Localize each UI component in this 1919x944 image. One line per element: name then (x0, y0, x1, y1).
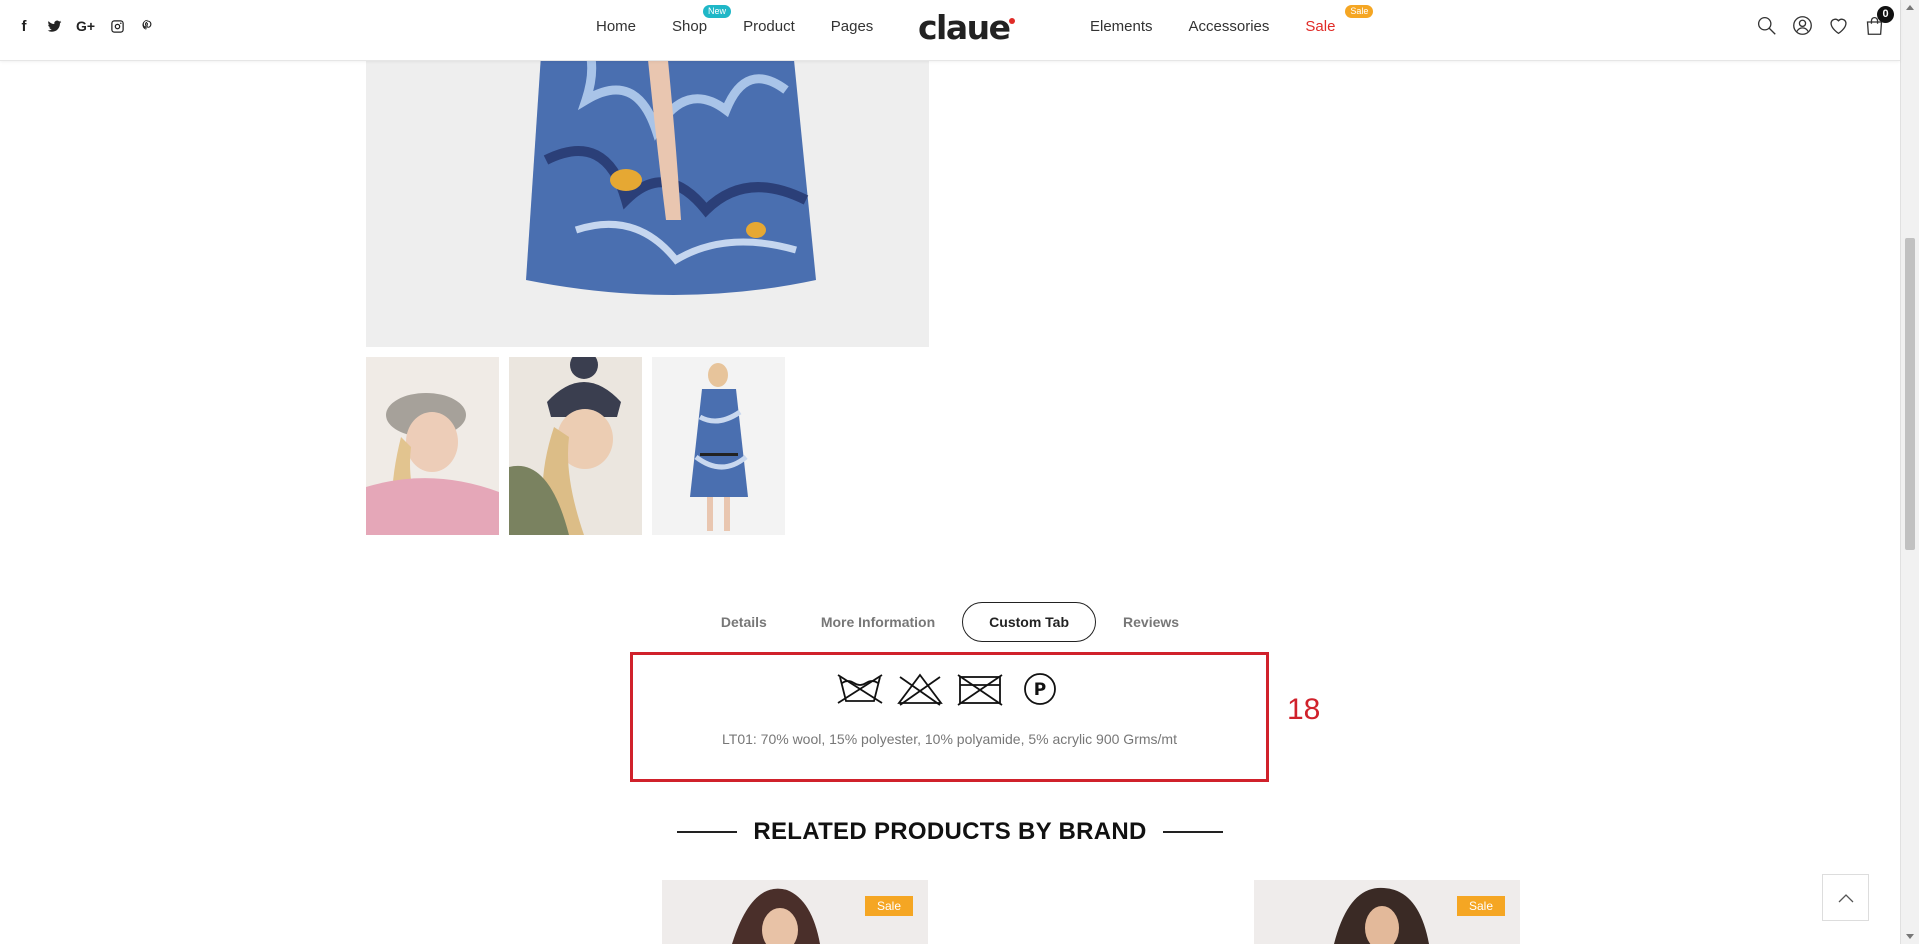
custom-tab-panel: P LT01: 70% wool, 15% polyester, 10% pol… (630, 652, 1269, 782)
pinterest-icon[interactable] (139, 16, 155, 36)
nav-sale[interactable]: Sale Sale (1287, 5, 1374, 37)
chevron-up-icon (1838, 893, 1853, 902)
scrollbar-thumb[interactable] (1905, 238, 1915, 550)
hand-wash-icon (837, 674, 882, 704)
page-scrollbar[interactable] (1900, 0, 1919, 944)
thumbnail-3[interactable] (652, 357, 785, 535)
main-nav-right: Elements Accessories Sale Sale (1072, 5, 1374, 37)
nav-shop[interactable]: Shop New (654, 5, 732, 37)
sale-badge: Sale (1345, 5, 1374, 18)
related-product-card-1[interactable]: Sale (662, 880, 928, 944)
google-plus-icon[interactable]: G+ (76, 16, 95, 36)
thumbnail-1[interactable] (366, 357, 499, 535)
tab-reviews[interactable]: Reviews (1096, 602, 1206, 642)
heading-divider-left (677, 831, 738, 833)
nav-home[interactable]: Home (578, 17, 654, 37)
scroll-down-arrow-icon[interactable] (1906, 934, 1914, 939)
search-icon[interactable] (1755, 14, 1777, 36)
annotation-number: 18 (1287, 693, 1321, 726)
thumbnail-2[interactable] (509, 357, 642, 535)
product-tabs: Details More Information Custom Tab Revi… (0, 602, 1900, 642)
cart-count-badge: 0 (1877, 6, 1894, 23)
nav-accessories[interactable]: Accessories (1171, 17, 1288, 37)
tab-custom-tab[interactable]: Custom Tab (962, 602, 1097, 642)
header-tools: 0 (1755, 6, 1894, 36)
svg-text:P: P (1033, 680, 1045, 700)
heading-divider-right (1162, 831, 1223, 833)
related-product-card-2[interactable]: Sale (1254, 880, 1520, 944)
back-to-top-button[interactable] (1822, 874, 1869, 921)
do-not-tumble-dry-icon (956, 674, 1003, 706)
instagram-icon[interactable] (109, 16, 125, 36)
cart-bag-icon[interactable]: 0 (1863, 6, 1894, 36)
section-title: RELATED PRODUCTS BY BRAND (753, 818, 1147, 845)
fabric-composition-text: LT01: 70% wool, 15% polyester, 10% polya… (722, 731, 1177, 747)
logo-dot (1008, 18, 1015, 24)
account-icon[interactable] (1791, 14, 1813, 36)
tab-more-information[interactable]: More Information (794, 602, 962, 642)
scroll-up-arrow-icon[interactable] (1906, 5, 1914, 10)
main-nav-left: Home Shop New Product Pages (578, 5, 892, 37)
facebook-icon[interactable]: f (16, 16, 32, 36)
product-thumbnails (366, 357, 785, 535)
tab-details[interactable]: Details (694, 602, 794, 642)
nav-product[interactable]: Product (725, 17, 813, 37)
care-instructions: P (633, 671, 1266, 707)
wishlist-heart-icon[interactable] (1827, 14, 1849, 36)
sale-badge: Sale (864, 896, 913, 916)
nav-pages[interactable]: Pages (813, 17, 892, 37)
nav-elements[interactable]: Elements (1072, 17, 1171, 37)
site-header: f G+ Home Shop New Product Pages claue El… (0, 0, 1900, 61)
site-logo[interactable]: claue (918, 8, 1015, 48)
dry-clean-p-icon: P (1023, 673, 1056, 705)
social-links: f G+ (16, 16, 155, 36)
sale-badge: Sale (1456, 896, 1505, 916)
related-products-heading: RELATED PRODUCTS BY BRAND (0, 818, 1900, 846)
twitter-icon[interactable] (46, 16, 62, 36)
do-not-bleach-icon (896, 673, 943, 706)
